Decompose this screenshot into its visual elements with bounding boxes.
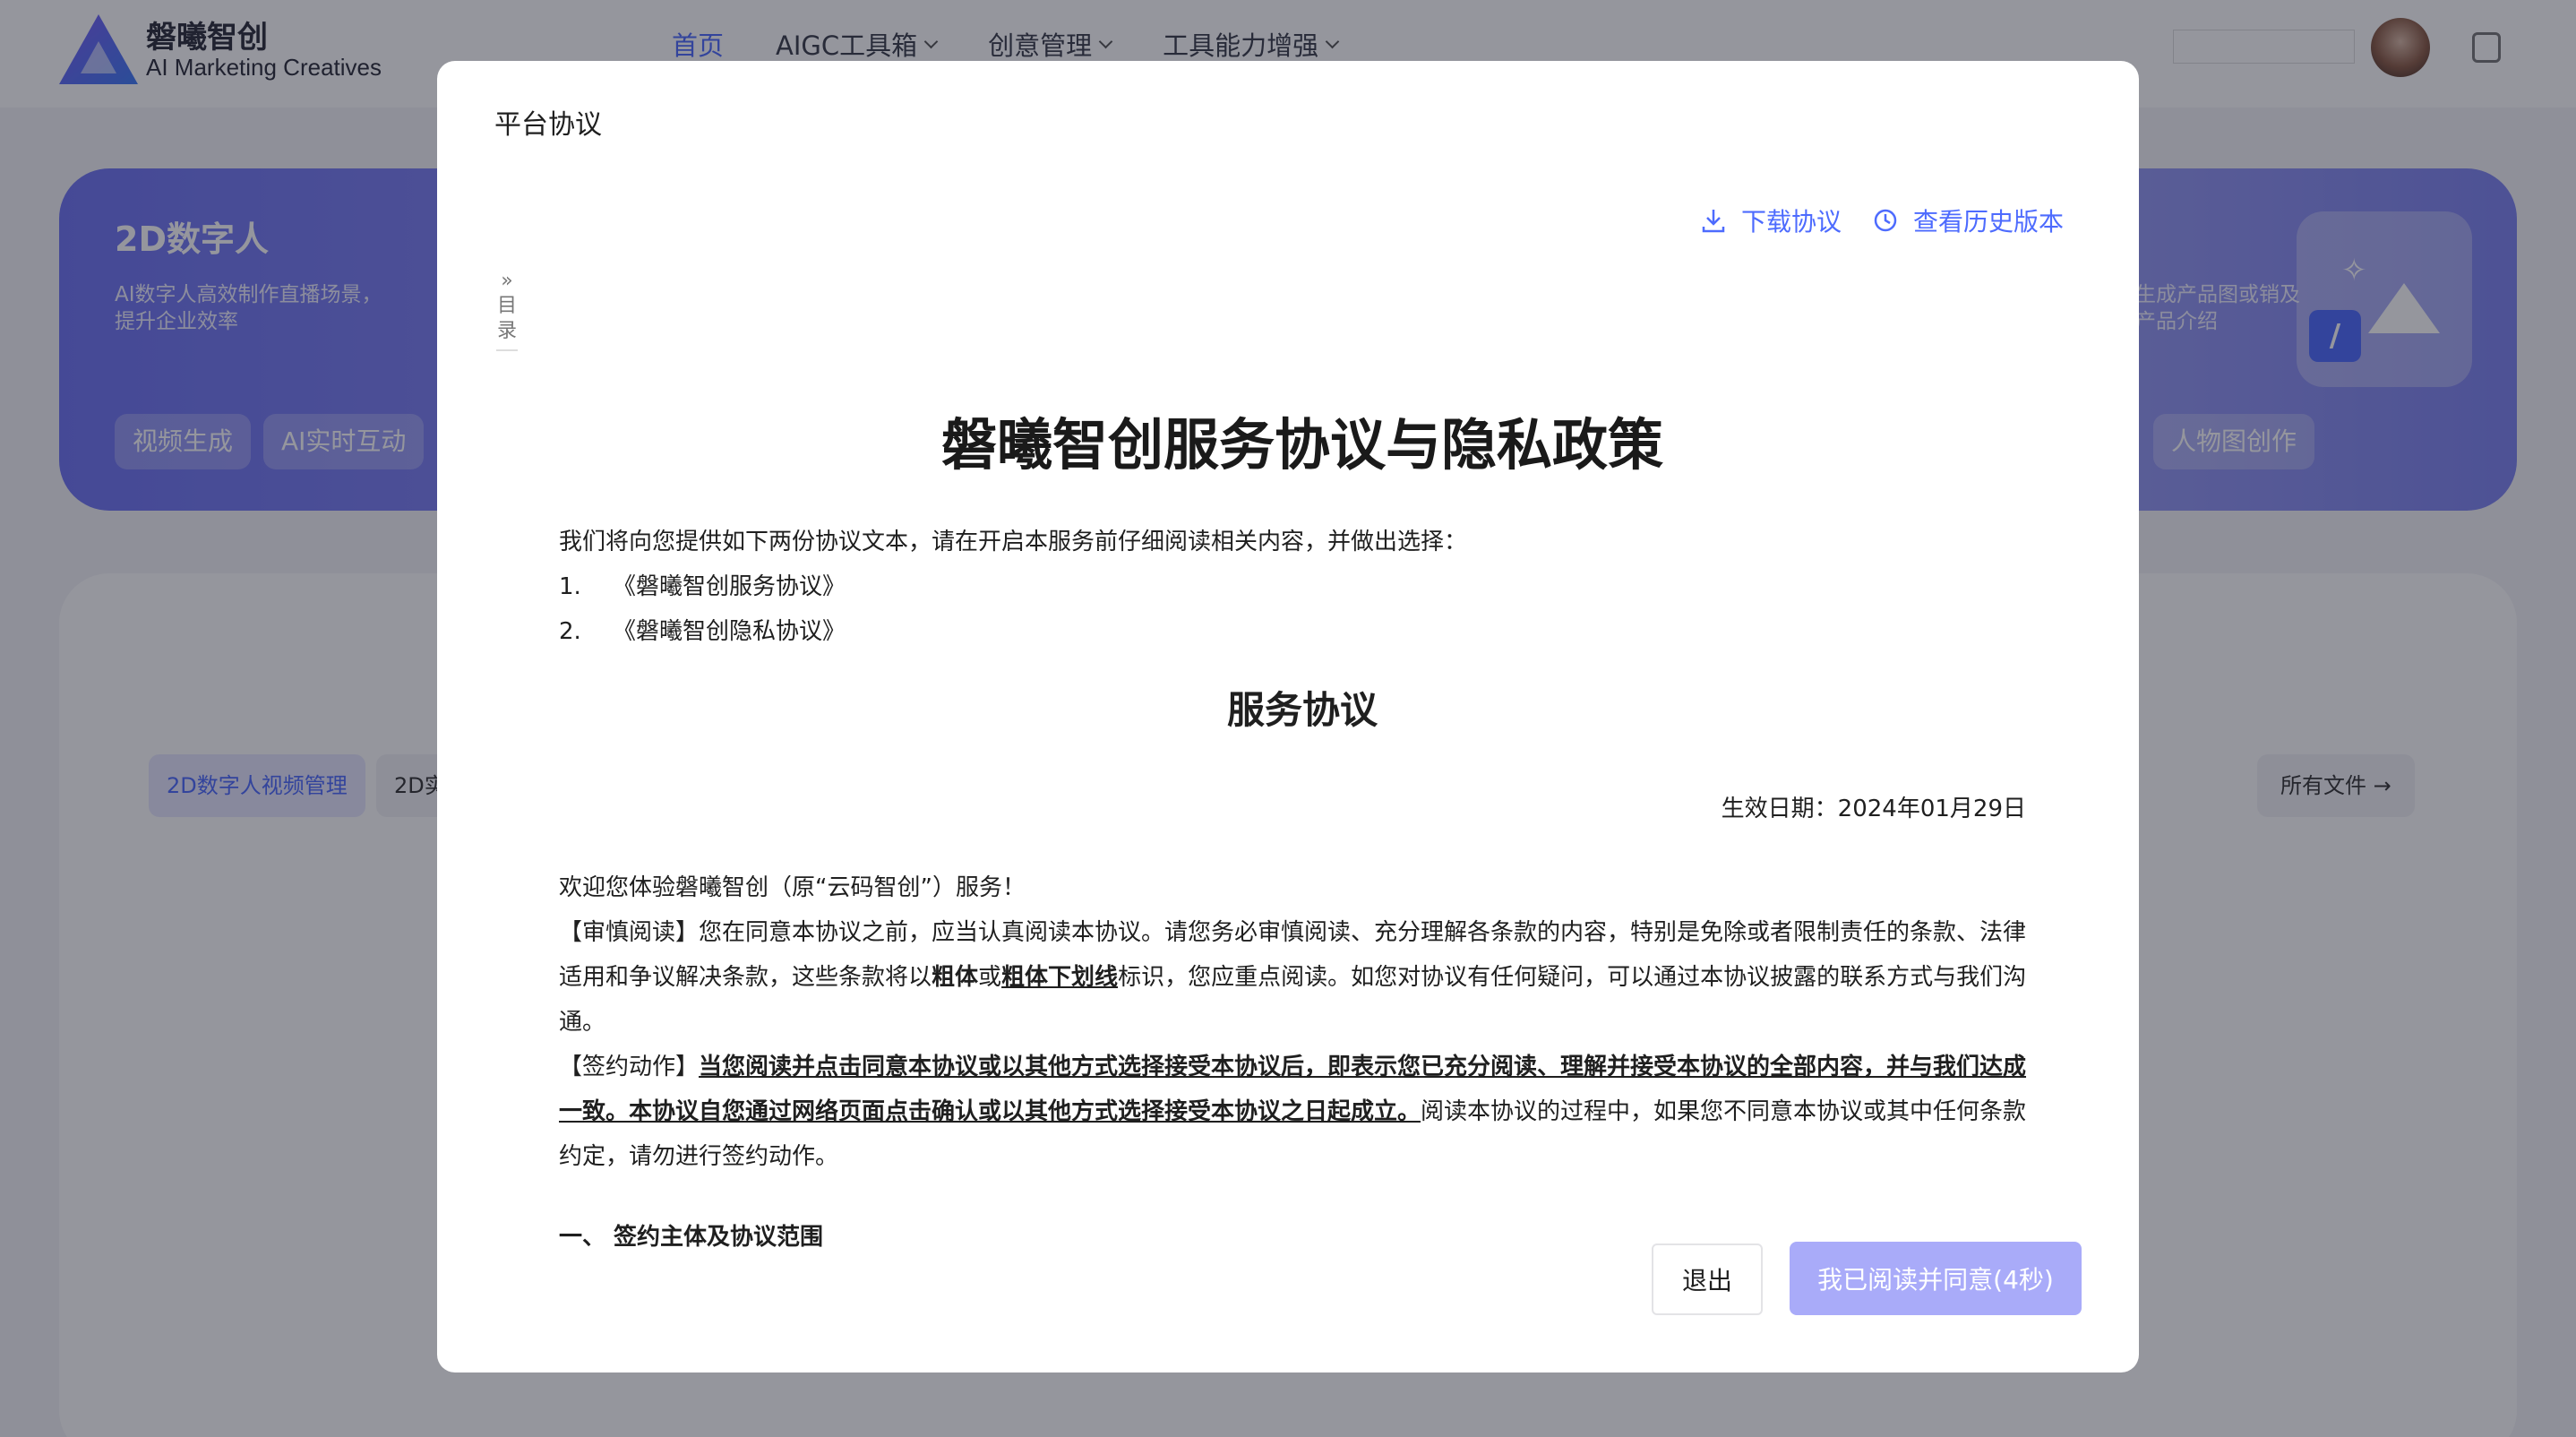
review-paragraph: 【审慎阅读】您在同意本协议之前，应当认真阅读本协议。请您务必审慎阅读、充分理解各… [559,910,2046,1045]
download-agreement-link[interactable]: 下载协议 [1700,202,1842,238]
history-version-link[interactable]: 查看历史版本 [1872,202,2064,238]
sign-label: 【签约动作】 [559,1054,700,1080]
document-title: 磐曦智创服务协议与隐私政策 [940,412,1663,478]
review-bold-underline: 粗体下划线 [1001,964,1119,991]
exit-button[interactable]: 退出 [1652,1243,1763,1315]
download-label: 下载协议 [1740,207,1842,237]
list-text: 《磐曦智创服务协议》 [613,573,846,600]
list-item: 2. 《磐曦智创隐私协议》 [559,609,2046,654]
intro-text: 我们将向您提供如下两份协议文本，请在开启本服务前仔细阅读相关内容，并做出选择： [559,529,1468,555]
list-number: 1. [559,573,581,600]
modal-title: 平台协议 [494,109,602,141]
review-bold: 粗体 [932,964,979,991]
download-icon [1702,210,1725,233]
list-text: 《磐曦智创隐私协议》 [613,618,846,645]
review-or: 或 [978,964,1002,991]
history-label: 查看历史版本 [1912,207,2064,237]
clock-icon [1874,209,1897,232]
double-chevron-icon: » [501,270,513,292]
list-number: 2. [559,618,581,645]
agree-button[interactable]: 我已阅读并同意(4秒) [1790,1242,2082,1315]
agreement-modal: 平台协议 下载协议 查看历史版本 » 目录 磐曦智创服务协议与隐私政策 我们将向… [437,61,2139,1372]
list-item: 1. 《磐曦智创服务协议》 [559,564,2046,609]
agreement-document[interactable]: 磐曦智创服务协议与隐私政策 我们将向您提供如下两份协议文本，请在开启本服务前仔细… [559,330,2046,1290]
welcome-text: 欢迎您体验磐曦智创（原“云码智创”）服务！ [559,874,1026,901]
modal-actions: 下载协议 查看历史版本 [1700,202,2064,238]
toc-label: 目录 [496,295,517,342]
toc-toggle[interactable]: » 目录 [496,269,518,351]
section-title: 服务协议 [1226,688,1378,732]
sign-paragraph: 【签约动作】当您阅读并点击同意本协议或以其他方式选择接受本协议后，即表示您已充分… [559,1045,2046,1179]
effective-date: 生效日期：2024年01月29日 [1721,796,2026,822]
